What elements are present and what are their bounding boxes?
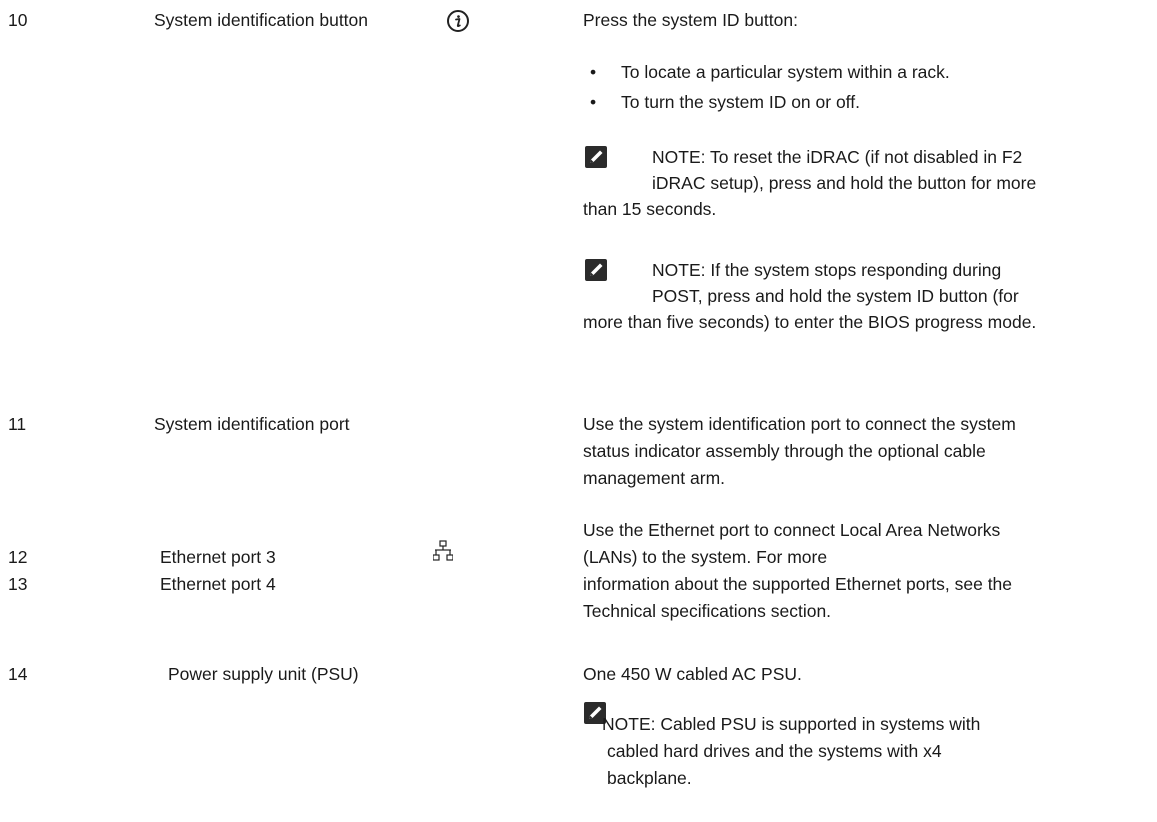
note: NOTE: If the system stops responding dur… — [583, 257, 1155, 335]
bullet-marker: • — [590, 92, 597, 112]
description-line: management arm. — [583, 468, 726, 488]
note-line: NOTE: To reset the iDRAC (if not disable… — [652, 147, 1023, 167]
note-line: cabled hard drives and the systems with … — [607, 741, 942, 761]
description-line: (LANs) to the system. For more — [583, 547, 828, 567]
note-line: more than five seconds) to enter the BIO… — [583, 312, 1037, 332]
description-line: Use the system identification port to co… — [583, 414, 1016, 434]
description-line: status indicator assembly through the op… — [583, 441, 986, 461]
network-icon — [433, 540, 453, 564]
note-line: NOTE: If the system stops responding dur… — [652, 260, 1002, 280]
note-line: iDRAC setup), press and hold the button … — [652, 173, 1037, 193]
note-line: NOTE: Cabled PSU is supported in systems… — [602, 714, 981, 734]
component-name: System identification button — [154, 10, 369, 30]
row-number: 11 — [8, 414, 27, 434]
bullet-item: To turn the system ID on or off. — [621, 92, 860, 112]
note-line: than 15 seconds. — [583, 199, 717, 219]
description-line: Use the Ethernet port to connect Local A… — [583, 520, 1001, 540]
note-line: backplane. — [607, 768, 692, 788]
note: NOTE: To reset the iDRAC (if not disable… — [583, 144, 1155, 222]
info-icon — [446, 9, 470, 33]
component-name: Power supply unit (PSU) — [168, 664, 359, 684]
bullet-marker: • — [590, 62, 597, 82]
note-pencil-icon — [585, 146, 607, 168]
description-line: Technical specifications section. — [583, 601, 832, 621]
row-number: 10 — [8, 10, 28, 30]
row-number: 13 — [8, 574, 28, 594]
bullet-item: To locate a particular system within a r… — [621, 62, 950, 82]
row-number: 14 — [8, 664, 28, 684]
component-name: System identification port — [154, 414, 350, 434]
row-number: 12 — [8, 547, 28, 567]
note-pencil-icon — [585, 259, 607, 281]
description-line: information about the supported Ethernet… — [583, 574, 1013, 594]
component-name: Ethernet port 3 — [160, 547, 276, 567]
note-line: POST, press and hold the system ID butto… — [652, 286, 1019, 306]
description: Press the system ID button: — [583, 10, 798, 30]
description: One 450 W cabled AC PSU. — [583, 664, 802, 684]
component-name: Ethernet port 4 — [160, 574, 276, 594]
